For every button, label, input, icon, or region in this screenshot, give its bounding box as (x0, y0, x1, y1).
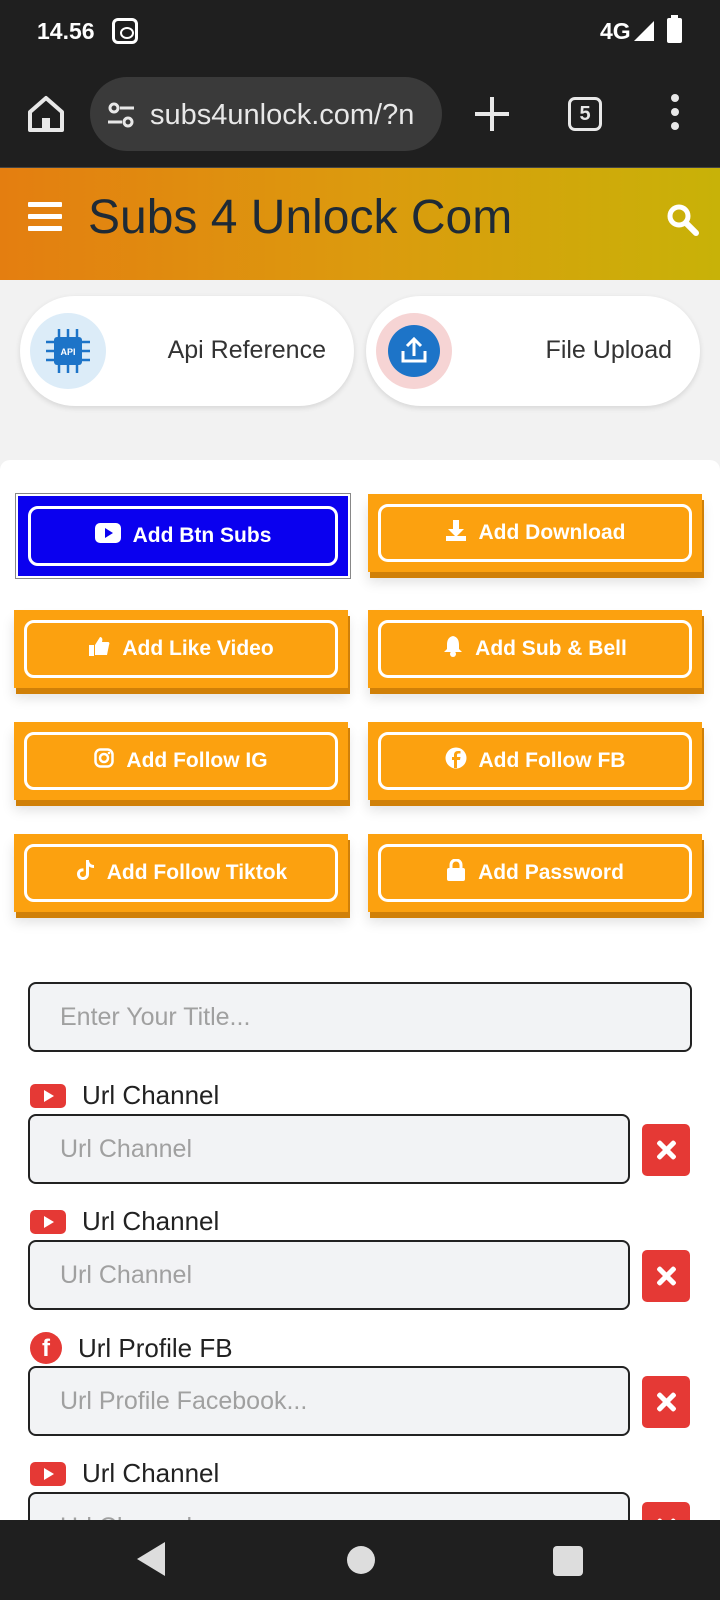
quick-links: API Api Reference File Upload (0, 280, 720, 460)
url-channel-label-2: Url Channel (30, 1206, 219, 1237)
address-bar[interactable]: subs4unlock.com/?n (90, 77, 442, 151)
field-label-text: Url Channel (82, 1458, 220, 1488)
api-reference-label: Api Reference (167, 336, 326, 364)
add-btn-subs-button[interactable]: Add Btn Subs (15, 493, 351, 579)
site-title[interactable]: Subs 4 Unlock Com (88, 190, 512, 245)
add-btn-subs-label: Add Btn Subs (132, 524, 272, 547)
search-icon[interactable] (665, 202, 699, 236)
url-channel-label-1: Url Channel (30, 1080, 219, 1111)
add-follow-tiktok-label: Add Follow Tiktok (106, 861, 288, 884)
add-password-label: Add Password (478, 861, 624, 884)
browser-toolbar: subs4unlock.com/?n 5 (0, 64, 720, 168)
facebook-icon (445, 747, 467, 775)
youtube-icon (94, 523, 121, 549)
tab-switcher-icon[interactable]: 5 (568, 97, 602, 131)
signal-icon (634, 21, 654, 41)
lock-icon (446, 858, 466, 887)
field-label-text: Url Channel (82, 1080, 220, 1110)
url-channel-input-1[interactable] (28, 1114, 630, 1184)
hamburger-icon[interactable] (28, 202, 62, 232)
url-channel-input-2[interactable] (28, 1240, 630, 1310)
close-icon[interactable] (642, 1376, 690, 1428)
close-icon[interactable] (642, 1124, 690, 1176)
youtube-icon (30, 1209, 66, 1234)
add-like-video-button[interactable]: Add Like Video (14, 610, 348, 688)
add-sub-bell-label: Add Sub & Bell (475, 637, 627, 660)
add-sub-bell-button[interactable]: Add Sub & Bell (368, 610, 702, 688)
status-time: 14.56 (37, 18, 95, 44)
plus-icon[interactable] (472, 94, 512, 134)
home-circle-icon[interactable] (347, 1546, 375, 1574)
more-vert-icon[interactable] (670, 94, 680, 134)
status-bar: 14.56 4G (0, 0, 720, 64)
url-text[interactable]: subs4unlock.com/?n (150, 99, 414, 132)
field-label-text: Url Channel (82, 1206, 220, 1236)
api-reference-link[interactable]: API Api Reference (20, 296, 354, 406)
tiktok-icon (75, 859, 95, 887)
add-download-label: Add Download (478, 521, 626, 544)
bell-icon (443, 635, 463, 663)
tune-icon[interactable] (106, 102, 136, 128)
system-nav-bar (0, 1520, 720, 1600)
add-follow-ig-label: Add Follow IG (126, 749, 268, 772)
add-like-video-label: Add Like Video (122, 637, 274, 660)
add-password-button[interactable]: Add Password (368, 834, 702, 912)
recents-icon[interactable] (553, 1546, 583, 1576)
upload-icon (376, 313, 452, 389)
instagram-icon (94, 748, 115, 774)
youtube-icon (30, 1461, 66, 1486)
add-follow-fb-button[interactable]: Add Follow FB (368, 722, 702, 800)
home-icon[interactable] (24, 92, 68, 136)
field-label-text: Url Profile FB (78, 1332, 233, 1363)
download-icon (445, 519, 467, 547)
youtube-icon (30, 1083, 66, 1108)
battery-icon (667, 15, 682, 43)
close-icon[interactable] (642, 1250, 690, 1302)
add-follow-ig-button[interactable]: Add Follow IG (14, 722, 348, 800)
url-channel-label-3: Url Channel (30, 1458, 219, 1489)
thumbs-up-icon (88, 635, 110, 663)
back-icon[interactable] (137, 1542, 165, 1576)
add-download-button[interactable]: Add Download (368, 494, 702, 572)
add-follow-fb-label: Add Follow FB (478, 749, 626, 772)
facebook-icon: f (30, 1332, 62, 1364)
file-upload-link[interactable]: File Upload (366, 296, 700, 406)
site-header: Subs 4 Unlock Com (0, 168, 720, 280)
chip-icon-text: API (60, 347, 75, 357)
add-follow-tiktok-button[interactable]: Add Follow Tiktok (14, 834, 348, 912)
url-profile-fb-label: f Url Profile FB (30, 1332, 233, 1364)
screenshot-app-icon (112, 18, 138, 44)
network-type: 4G (600, 18, 631, 44)
title-input[interactable] (28, 982, 692, 1052)
chip-icon: API (30, 313, 106, 389)
file-upload-label: File Upload (545, 336, 672, 364)
url-profile-fb-input[interactable] (28, 1366, 630, 1436)
